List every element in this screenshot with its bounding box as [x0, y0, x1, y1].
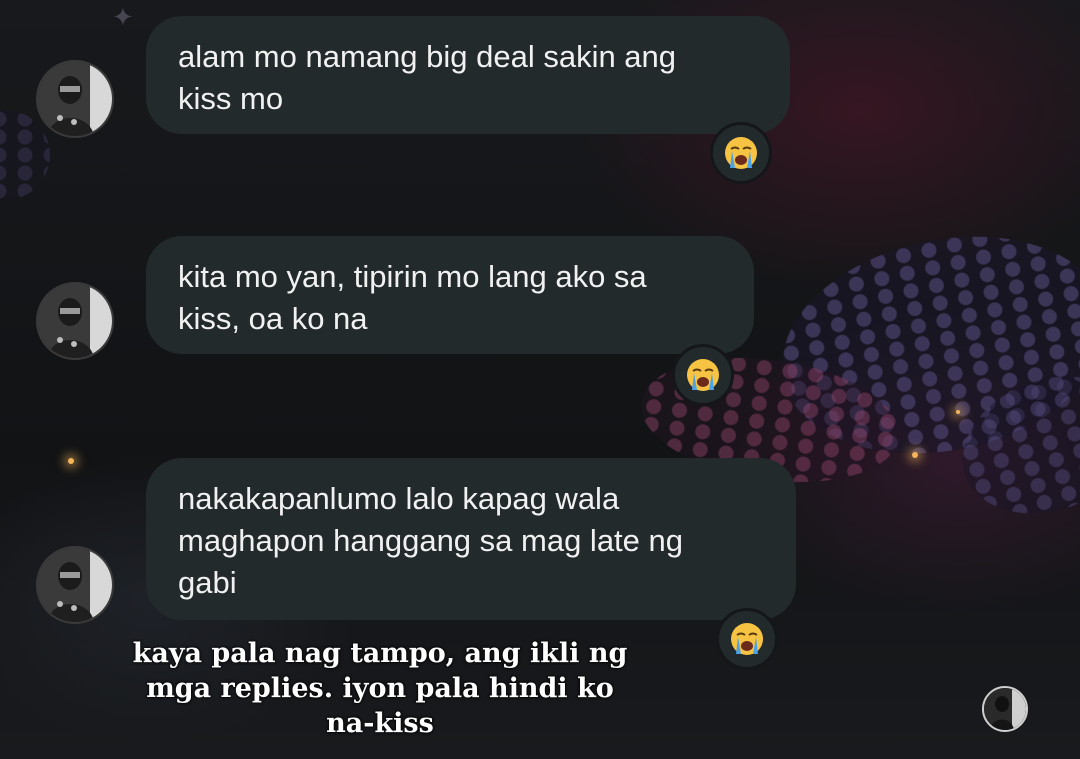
- caption-line: kaya pala nag tampo, ang ikli ng: [132, 638, 628, 669]
- message-reaction[interactable]: [710, 122, 772, 184]
- overlay-caption: kaya pala nag tampo, ang ikli ng mga rep…: [110, 636, 650, 741]
- message-reaction[interactable]: [716, 608, 778, 670]
- message-bubble[interactable]: alam mo namang big deal sakin ang kiss m…: [146, 16, 790, 134]
- caption-line: na-kiss: [326, 708, 434, 739]
- avatar-photo: [38, 548, 112, 622]
- avatar-photo: [38, 62, 112, 136]
- caption-line: mga replies. iyon pala hindi ko: [146, 673, 614, 704]
- loudly-crying-face-icon: [687, 359, 719, 391]
- avatar-photo: [984, 688, 1026, 730]
- sender-avatar[interactable]: [36, 282, 114, 360]
- loudly-crying-face-icon: [731, 623, 763, 655]
- glow-dot: [956, 410, 960, 414]
- glow-dot: [68, 458, 74, 464]
- avatar-photo: [38, 284, 112, 358]
- message-bubble[interactable]: nakakapanlumo lalo kapag wala maghapon h…: [146, 458, 796, 620]
- star-icon: ✦: [112, 2, 134, 32]
- message-reaction[interactable]: [672, 344, 734, 406]
- message-bubble[interactable]: kita mo yan, tipirin mo lang ako sa kiss…: [146, 236, 754, 354]
- glow-dot: [912, 452, 918, 458]
- sender-avatar[interactable]: [36, 546, 114, 624]
- watermark-avatar: [982, 686, 1028, 732]
- sender-avatar[interactable]: [36, 60, 114, 138]
- loudly-crying-face-icon: [725, 137, 757, 169]
